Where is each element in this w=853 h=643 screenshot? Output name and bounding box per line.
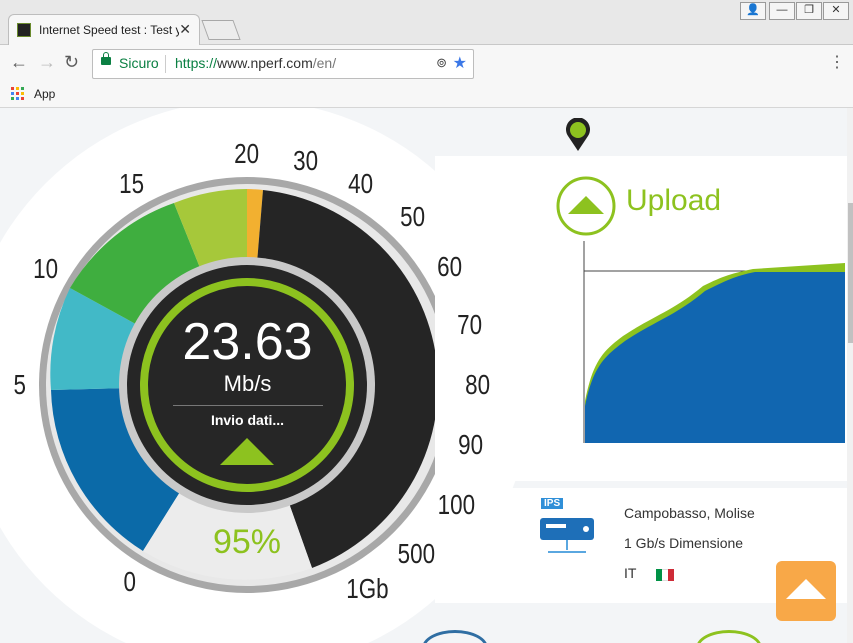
speed-value: 23.63: [182, 313, 313, 371]
url-path: /en/: [312, 55, 337, 71]
chevron-up-icon: [786, 579, 826, 599]
tick-label: 80: [465, 369, 491, 400]
scrollbar-thumb[interactable]: [848, 203, 853, 343]
apps-grid-icon[interactable]: [11, 87, 25, 101]
forward-arrow-icon[interactable]: →: [38, 52, 56, 73]
scrollbar-track[interactable]: [847, 108, 853, 643]
back-arrow-icon[interactable]: ←: [10, 52, 28, 73]
ips-badge: IPS: [541, 498, 564, 509]
progress-percent: 95%: [212, 523, 282, 561]
tick-label: 1Gb: [346, 573, 389, 604]
new-tab-button[interactable]: [201, 20, 241, 40]
user-profile-icon[interactable]: 👤: [740, 2, 766, 20]
upload-circle-icon: [556, 176, 616, 236]
tick-label: 0: [123, 566, 137, 597]
browser-tab-active[interactable]: Internet Speed test : Test y ✕: [8, 14, 200, 45]
omnibox-separator: [165, 55, 166, 73]
tick-label: 50: [400, 201, 426, 232]
url-scheme: https://: [175, 55, 218, 71]
tick-label: 100: [437, 489, 476, 520]
tick-label: 60: [437, 251, 463, 282]
lock-icon: [101, 52, 111, 65]
tick-label: 15: [119, 168, 145, 199]
browser-titlebar: Internet Speed test : Test y ✕ 👤 — ❐ ✕: [0, 0, 853, 45]
upload-graph: [583, 241, 845, 443]
bookmark-apps[interactable]: App: [34, 87, 55, 101]
tick-label: 90: [458, 429, 484, 460]
kebab-menu-icon[interactable]: ⋮: [829, 52, 845, 72]
tick-label: 500: [397, 538, 436, 569]
server-bandwidth: 1 Gb/s Dimensione: [624, 535, 744, 551]
reload-icon[interactable]: ↻: [64, 52, 79, 73]
restore-icon[interactable]: ❐: [796, 2, 822, 20]
browser-toolbar: ← → ↻ Sicuro https://www.nperf.com/en/ ⊚…: [0, 45, 853, 81]
url-text[interactable]: https://www.nperf.com/en/: [175, 55, 336, 71]
server-location: Campobasso, Molise: [624, 505, 755, 521]
server-country: IT: [624, 565, 637, 581]
blocked-popup-icon[interactable]: ⊚: [436, 55, 447, 71]
bookmarks-bar: App: [0, 81, 853, 108]
tab-title: Internet Speed test : Test y: [39, 23, 179, 37]
tick-label: 70: [457, 309, 483, 340]
scroll-top-button[interactable]: [776, 561, 836, 621]
tick-label: 20: [234, 138, 260, 169]
upload-title: Upload: [626, 184, 722, 217]
close-window-icon[interactable]: ✕: [823, 2, 849, 20]
tick-label: 10: [33, 253, 59, 284]
tick-label: 30: [293, 145, 319, 176]
location-pin-icon: [566, 118, 590, 151]
url-host: www.nperf.com: [217, 55, 313, 71]
tick-label: 40: [348, 168, 374, 199]
secure-label: Sicuro: [119, 55, 159, 71]
readout-divider: [172, 405, 323, 406]
bookmark-star-icon[interactable]: ★: [453, 53, 467, 73]
tab-close-icon[interactable]: ✕: [179, 21, 191, 38]
tick-label: 5: [13, 369, 27, 400]
speed-readout: 23.63 Mb/s Invio dati...: [130, 313, 365, 428]
italy-flag-icon: [656, 569, 674, 581]
nperf-favicon-icon: [17, 23, 31, 37]
page-content: Upload IPS Campobasso, Molise 1 Gb/s Dim…: [0, 108, 853, 643]
address-bar[interactable]: Sicuro https://www.nperf.com/en/ ⊚ ★: [92, 49, 474, 79]
speed-unit: Mb/s: [223, 371, 272, 396]
test-phase: Invio dati...: [210, 412, 285, 428]
minimize-icon[interactable]: —: [769, 2, 795, 20]
